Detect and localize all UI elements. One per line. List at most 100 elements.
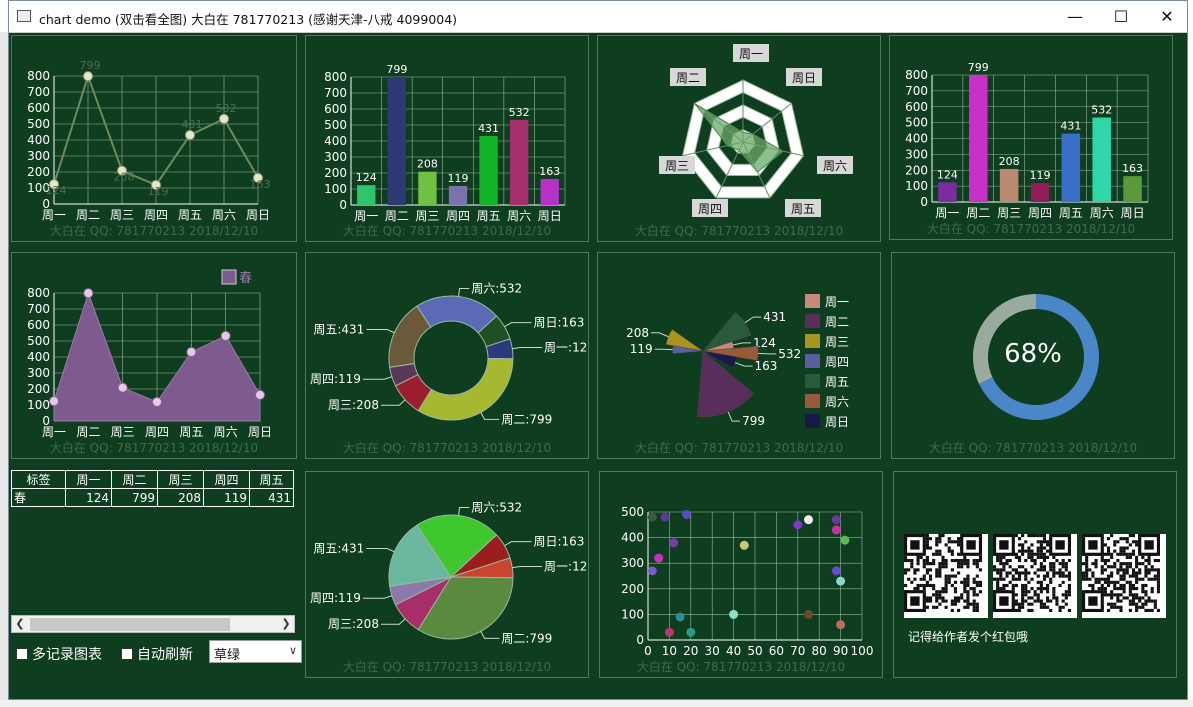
data-label: 124 [356, 171, 377, 184]
data-point [83, 71, 93, 82]
gauge-panel[interactable]: 68% 大白在 QQ: 781770213 2018/12/10 [891, 252, 1175, 459]
table-cell[interactable]: 208 [157, 488, 204, 507]
scatter-point [682, 510, 692, 520]
qr-module [1128, 562, 1132, 566]
qr-module [1103, 590, 1107, 594]
close-button[interactable]: ✕ [1144, 1, 1190, 32]
table-header[interactable]: 周四 [203, 470, 250, 489]
qr-module [1116, 571, 1120, 575]
qr-module [1131, 549, 1136, 553]
qr-module [953, 580, 958, 584]
table-header[interactable]: 周三 [157, 470, 204, 489]
theme-select[interactable]: 草绿 ∨ [209, 640, 302, 663]
qr-module [1033, 534, 1037, 538]
scatter-point [647, 566, 657, 576]
radar-chart-panel[interactable]: 周一 周日 周六 周五 周四 周三 周二 大白在 QQ: 781770213 2018/12/… [597, 35, 881, 242]
data-label: 124 [46, 184, 67, 197]
qr-module [1150, 565, 1154, 569]
multi-record-checkbox[interactable]: 多记录图表 [16, 645, 102, 663]
qr-finder [999, 540, 1009, 550]
leader-line [362, 376, 393, 380]
qr-module [1021, 602, 1025, 606]
table-cell[interactable]: 124 [65, 488, 112, 507]
qr-module [1042, 555, 1047, 559]
bar [1061, 133, 1081, 202]
y-tick-label: 200 [27, 165, 50, 179]
qr-module [941, 555, 945, 559]
slice-label: 799 [742, 414, 765, 428]
title-bar[interactable]: chart demo (双击看全图) 大白在 781770213 (感谢天津-八… [9, 1, 1187, 33]
line-chart-panel[interactable]: 0 100 200 300 400 500 600 700 800 周一 周二 周三 周四 周五 周六 周日 1… [11, 35, 297, 242]
scrollbar-thumb[interactable] [30, 618, 230, 631]
table-header[interactable]: 周一 [65, 470, 112, 489]
qr-module [1100, 583, 1104, 588]
area-chart-panel[interactable]: 0 100 200 300 400 500 600 700 800 周一 周二 周三 周四 周五 周六 周日春… [11, 252, 297, 459]
donut-chart-panel[interactable]: 周一:124 周二:799 周三:208 周四:119 周五:431 周六:532 周日:1… [305, 252, 589, 459]
qr-module [1042, 574, 1047, 578]
qr-module [1061, 565, 1065, 569]
bar-chart-panel[interactable]: 0 100 200 300 400 500 600 700 800 周一 周二 周三 周四 周五 周六 周日 1… [305, 35, 589, 242]
table-cell[interactable]: 春 [11, 488, 66, 507]
qr-module [960, 593, 964, 597]
data-table[interactable]: 标签 周一 周二 周三 周四 周五 春 124 799 208 119 431 [11, 470, 297, 634]
qr-module [1024, 540, 1028, 544]
qr-module [1088, 583, 1092, 588]
scatter-point [729, 609, 739, 619]
qr-module [1049, 580, 1053, 584]
qr-module [1131, 540, 1136, 544]
x-tick-label: 40 [726, 644, 741, 658]
minimize-button[interactable]: — [1052, 1, 1098, 32]
qr-module [1039, 552, 1043, 556]
table-header[interactable]: 周二 [111, 470, 158, 489]
qr-module [910, 562, 914, 566]
qr-module [1002, 555, 1006, 559]
qr-module [966, 590, 970, 594]
qr-module [1128, 593, 1132, 597]
table-cell[interactable]: 799 [111, 488, 158, 507]
legend-swatch [805, 334, 820, 348]
table-row[interactable]: 春 124 799 208 119 431 [11, 488, 294, 507]
qr-module [1052, 590, 1056, 594]
qr-module [1039, 599, 1043, 603]
checkbox-box[interactable] [121, 648, 133, 660]
qr-module [950, 608, 954, 612]
qr-module [1033, 562, 1037, 566]
qr-module [1131, 587, 1136, 591]
legend-swatch [805, 414, 820, 428]
qr-module [1021, 583, 1025, 588]
chevron-left-icon[interactable]: ❮ [12, 616, 28, 632]
qr-module [1106, 602, 1111, 606]
y-tick-label: 500 [27, 117, 50, 131]
table-header[interactable]: 标签 [11, 470, 66, 489]
qr-module [904, 583, 908, 588]
qr-module [935, 590, 939, 594]
chevron-right-icon[interactable]: ❯ [278, 616, 294, 632]
qr-module [1046, 574, 1050, 578]
qr-module [1128, 599, 1132, 603]
qr-module [1046, 555, 1050, 559]
qr-module [941, 587, 945, 591]
scatter-chart-panel[interactable]: 0 100 200 300 400 500 0 10 20 30 40 50 60 70 80 90 100 大白… [599, 471, 883, 678]
qr-module [1017, 602, 1022, 606]
table-header[interactable]: 周五 [249, 470, 294, 489]
qr-module [1125, 546, 1129, 550]
y-tick-label: 200 [324, 166, 347, 180]
qr-module [1085, 574, 1089, 578]
table-cell[interactable]: 119 [203, 488, 250, 507]
qr-module [1135, 555, 1139, 559]
qr-module [975, 580, 979, 584]
bar-chart-2-panel[interactable]: 0 100 200 300 400 500 600 700 800 周一 周二 周三 周四 周五 周六 周日 1… [889, 35, 1173, 240]
maximize-button[interactable]: ☐ [1098, 1, 1144, 32]
pie-chart-panel[interactable]: 周一:124 周二:799 周三:208 周四:119 周五:431 周六:532 周日:1… [305, 471, 589, 678]
qr-module [1128, 565, 1132, 569]
qr-module [941, 534, 945, 538]
slice-label: 周五:431 [313, 322, 364, 336]
auto-refresh-checkbox[interactable]: 自动刷新 [121, 645, 193, 663]
table-cell[interactable]: 431 [249, 488, 294, 507]
qr-module [1119, 546, 1123, 550]
qr-module [1156, 558, 1160, 563]
rose-chart-panel[interactable]: 124 799 208 119 431 532 163 周一 周二 周三 周四 周五 周六 周日 大白在 Q… [597, 252, 881, 459]
qr-module [1014, 608, 1018, 612]
checkbox-box[interactable] [16, 648, 28, 660]
table-horizontal-scrollbar[interactable]: ❮ ❯ [11, 615, 295, 633]
